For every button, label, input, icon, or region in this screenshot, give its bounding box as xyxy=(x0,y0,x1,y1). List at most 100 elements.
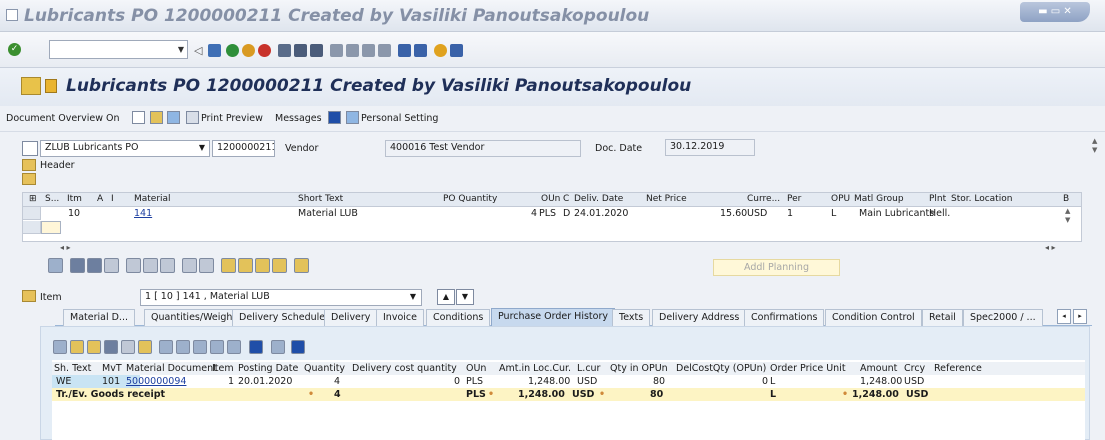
hcell-order-price-unit[interactable]: L xyxy=(770,376,775,387)
hcol-lcur[interactable]: L.cur xyxy=(577,363,600,374)
hcol-delcostqty-opun[interactable]: DelCostQty (OPUn) xyxy=(676,363,766,374)
print-icon[interactable] xyxy=(278,44,291,57)
delete-icon[interactable] xyxy=(126,258,141,273)
previous-page-icon[interactable] xyxy=(346,44,359,57)
select-all-icon[interactable] xyxy=(70,258,85,273)
window-menu-icon[interactable] xyxy=(6,9,18,21)
hcell-posting-date[interactable]: 20.01.2020 xyxy=(238,376,292,387)
next-item-button[interactable]: ▼ xyxy=(456,289,474,305)
find-next-icon[interactable] xyxy=(310,44,323,57)
next-page-icon[interactable] xyxy=(362,44,375,57)
hcol-delivery-cost-quantity[interactable]: Delivery cost quantity xyxy=(352,363,457,374)
row-selector[interactable] xyxy=(23,221,41,234)
item-selector-dropdown[interactable]: 1 [ 10 ] 141 , Material LUB ▼ xyxy=(140,289,422,306)
col-po-quantity[interactable]: PO Quantity xyxy=(443,194,497,204)
tab-delivery[interactable]: Delivery xyxy=(324,309,378,326)
hcell-delcost-opun[interactable]: 0 xyxy=(762,376,768,387)
details-icon[interactable] xyxy=(48,258,63,273)
col-stor-location[interactable]: Stor. Location xyxy=(951,194,1012,204)
hcell-sh-text[interactable]: WE xyxy=(56,376,71,387)
cell-matl-group[interactable]: Main Lubricants xyxy=(859,208,934,219)
tab-scroll-left[interactable]: ◂ xyxy=(1057,309,1071,324)
tab-retail[interactable]: Retail xyxy=(922,309,963,326)
select-layout-icon[interactable] xyxy=(210,340,224,354)
filter-icon[interactable] xyxy=(87,340,101,354)
cancel-icon[interactable] xyxy=(258,44,271,57)
hcol-material-document[interactable]: Material Document xyxy=(126,363,217,374)
info-icon[interactable] xyxy=(249,340,263,354)
vendor-field[interactable]: 400016 Test Vendor xyxy=(385,140,581,157)
hcol-item[interactable]: Item xyxy=(212,363,234,374)
hcell-qty-opun[interactable]: 80 xyxy=(653,376,665,387)
screen-scrollbar[interactable]: ▲ ▼ xyxy=(1092,137,1097,155)
cell-plnt[interactable]: Hell. xyxy=(929,208,950,219)
details-icon[interactable] xyxy=(53,340,67,354)
cell-material[interactable]: 141 xyxy=(134,208,152,219)
table-hscroll-right[interactable]: ◂ ▸ xyxy=(1045,243,1056,252)
arrow-left-icon[interactable]: ◁ xyxy=(194,44,207,57)
addl-planning-button[interactable]: Addl Planning xyxy=(713,259,840,276)
cell-short-text[interactable]: Material LUB xyxy=(298,208,358,219)
cell-po-quantity[interactable]: 4 xyxy=(531,208,537,219)
deselect-all-icon[interactable] xyxy=(87,258,102,273)
tab-purchase-order-history[interactable]: Purchase Order History xyxy=(491,308,615,326)
hcol-oun[interactable]: OUn xyxy=(466,363,486,374)
tab-condition-control[interactable]: Condition Control xyxy=(825,309,922,326)
col-short-text[interactable]: Short Text xyxy=(298,194,343,204)
col-material[interactable]: Material xyxy=(134,194,171,204)
refresh-icon[interactable] xyxy=(291,340,305,354)
customize-layout-icon[interactable] xyxy=(450,44,463,57)
table-row[interactable]: 10 141 Material LUB 4 PLS D 24.01.2020 1… xyxy=(23,207,1063,221)
default-values-icon[interactable] xyxy=(294,258,309,273)
col-item[interactable]: Itm xyxy=(67,194,82,204)
paste-icon[interactable] xyxy=(160,258,175,273)
hcol-sh-text[interactable]: Sh. Text xyxy=(54,363,91,374)
insert-icon[interactable] xyxy=(199,258,214,273)
create-icon[interactable] xyxy=(132,111,145,124)
po-number-field[interactable]: 1200000211 xyxy=(212,140,275,157)
hcell-amt-loc[interactable]: 1,248.00 xyxy=(528,376,570,387)
col-plnt[interactable]: Plnt xyxy=(929,194,946,204)
info-icon[interactable] xyxy=(328,111,341,124)
hcol-crcy[interactable]: Crcy xyxy=(904,363,925,374)
col-currency[interactable]: Curre... xyxy=(747,194,780,204)
table-row-empty[interactable] xyxy=(23,221,1063,235)
tab-material-data[interactable]: Material D... xyxy=(63,309,135,326)
command-history-dropdown-icon[interactable]: ▼ xyxy=(174,40,188,59)
col-status[interactable]: S... xyxy=(45,194,59,204)
col-net-price[interactable]: Net Price xyxy=(646,194,687,204)
col-matl-group[interactable]: Matl Group xyxy=(854,194,904,204)
command-field[interactable] xyxy=(49,40,188,59)
tab-texts[interactable]: Texts xyxy=(612,309,651,326)
print-preview-button[interactable]: Print Preview xyxy=(201,113,263,124)
hcol-amount[interactable]: Amount xyxy=(860,363,897,374)
find-next-icon[interactable] xyxy=(121,340,135,354)
history-total-row[interactable]: Tr./Ev. Goods receipt • 4 PLS • 1,248.00… xyxy=(52,388,1085,401)
hcol-qty-in-opun[interactable]: Qty in OPUn xyxy=(610,363,668,374)
cut-icon[interactable] xyxy=(182,258,197,273)
shortcut-icon[interactable] xyxy=(414,44,427,57)
tab-delivery-schedule[interactable]: Delivery Schedule xyxy=(232,309,333,326)
enter-check-icon[interactable]: ✓ xyxy=(8,43,21,56)
tab-conditions[interactable]: Conditions xyxy=(426,309,491,326)
cell-per[interactable]: 1 xyxy=(787,208,793,219)
cell-opu[interactable]: L xyxy=(831,208,836,219)
cell-c[interactable]: D xyxy=(563,208,570,219)
expand-header-icon[interactable] xyxy=(22,159,36,171)
document-display-icon[interactable] xyxy=(271,340,285,354)
hcell-lcur[interactable]: USD xyxy=(577,376,597,387)
sort-descending-icon[interactable] xyxy=(238,258,253,273)
hcol-mvt[interactable]: MvT xyxy=(102,363,122,374)
history-row[interactable]: WE 101 5000000094 1 20.01.2020 4 0 PLS 1… xyxy=(52,375,1085,388)
doc-date-field[interactable]: 30.12.2019 xyxy=(665,139,755,156)
cell-net-price[interactable]: 15.60 xyxy=(720,208,747,219)
collapse-item-detail-icon[interactable] xyxy=(22,290,36,302)
previous-item-button[interactable]: ▲ xyxy=(437,289,455,305)
cell-currency[interactable]: USD xyxy=(747,208,767,219)
col-oun[interactable]: OUn xyxy=(541,194,560,204)
copy-row-icon[interactable] xyxy=(143,258,158,273)
messages-button[interactable]: Messages xyxy=(275,113,322,124)
find-icon[interactable] xyxy=(104,340,118,354)
document-overview-button[interactable]: Document Overview On xyxy=(6,113,119,124)
back-icon[interactable] xyxy=(226,44,239,57)
